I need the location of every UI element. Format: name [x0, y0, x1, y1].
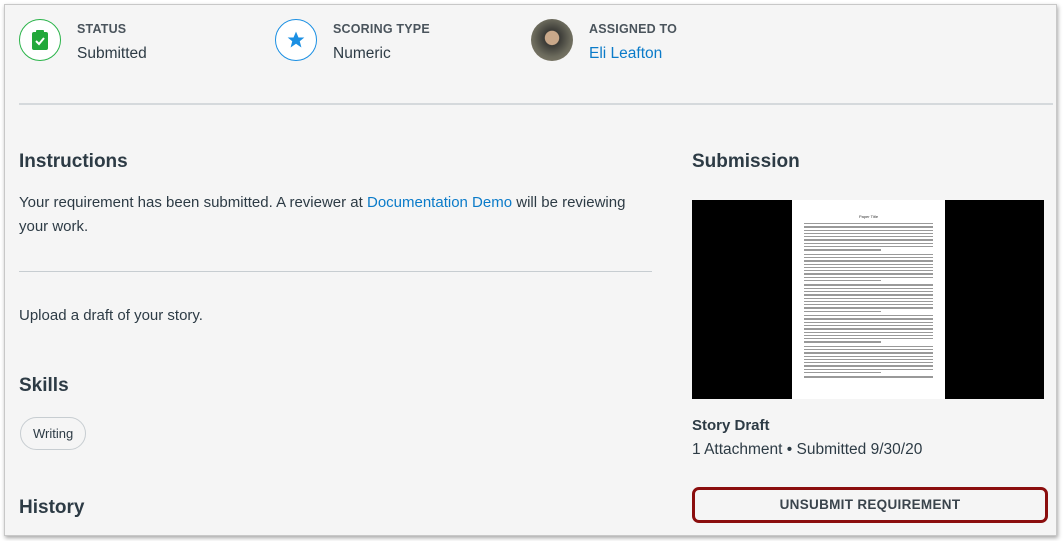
paper-text-line: [804, 338, 933, 340]
paper-text-line: [804, 263, 933, 265]
instructions-text-start: Your requirement has been submitted. A r…: [19, 194, 367, 211]
paper-text-line: [804, 362, 933, 364]
status-label: STATUS: [77, 22, 127, 36]
paper-text-line: [804, 280, 882, 282]
paper-text-line: [804, 334, 933, 337]
paper-text-line: [804, 229, 933, 231]
submission-heading: Submission: [692, 151, 800, 172]
scoring-label: SCORING TYPE: [333, 22, 430, 36]
paper-text-line: [804, 355, 933, 357]
paper-text-line: [804, 294, 933, 296]
clipboard-check-icon: [19, 19, 61, 61]
history-heading: History: [19, 497, 85, 518]
assigned-user-link[interactable]: Eli Leafton: [589, 45, 662, 62]
paper-text-line: [804, 287, 933, 289]
paper-text-line: [804, 372, 882, 374]
paper-text-line: [804, 318, 933, 320]
paper-text-line: [804, 242, 933, 245]
paper-text-line: [804, 239, 933, 241]
scoring-meta: SCORING TYPE Numeric: [275, 19, 430, 63]
divider: [19, 271, 652, 272]
instructions-text: Your requirement has been submitted. A r…: [19, 191, 639, 239]
submission-thumbnail[interactable]: Paper Title: [692, 200, 1044, 399]
paper-text-line: [804, 236, 933, 238]
document-preview: Paper Title: [792, 200, 945, 399]
submission-title: Story Draft: [692, 417, 770, 434]
assigned-label: ASSIGNED TO: [589, 22, 678, 36]
divider: [19, 103, 1053, 105]
unsubmit-requirement-button[interactable]: UNSUBMIT REQUIREMENT: [692, 487, 1048, 523]
paper-text-line: [804, 352, 933, 354]
paper-title: Paper Title: [858, 214, 879, 219]
paper-text-line: [804, 376, 933, 378]
paper-text-line: [804, 304, 933, 306]
paper-text-line: [804, 307, 933, 309]
avatar[interactable]: [531, 19, 573, 61]
skills-heading: Skills: [19, 375, 69, 396]
paper-text-line: [804, 226, 933, 228]
paper-text-line: [804, 348, 933, 351]
paper-text-line: [804, 284, 933, 286]
paper-text-line: [804, 341, 882, 343]
paper-text-line: [804, 266, 933, 269]
skill-tag-writing[interactable]: Writing: [20, 417, 87, 450]
paper-text-line: [804, 223, 933, 225]
paper-text-line: [804, 300, 933, 303]
paper-text-line: [804, 273, 933, 275]
status-value: Submitted: [77, 45, 147, 62]
paper-text-line: [804, 324, 933, 327]
paper-text-line: [804, 331, 933, 333]
paper-text-line: [804, 270, 933, 272]
paper-text-line: [804, 253, 933, 255]
assigned-meta: ASSIGNED TO Eli Leafton: [531, 19, 677, 63]
paper-text-line: [804, 368, 933, 371]
requirement-window: STATUS Submitted SCORING TYPE Numeric AS…: [4, 4, 1057, 536]
paper-text-line: [804, 297, 933, 299]
instructions-heading: Instructions: [19, 151, 128, 172]
submission-details: 1 Attachment • Submitted 9/30/20: [692, 441, 923, 458]
paper-text-line: [804, 290, 933, 293]
documentation-demo-link[interactable]: Documentation Demo: [367, 194, 512, 211]
paper-text-line: [804, 328, 933, 330]
paper-text-line: [804, 249, 882, 251]
paper-text-line: [804, 365, 933, 367]
paper-text-line: [804, 246, 933, 248]
requirement-description: Upload a draft of your story.: [19, 307, 203, 324]
paper-text-line: [804, 310, 882, 313]
paper-text-line: [804, 315, 933, 317]
paper-text-line: [804, 232, 933, 235]
paper-text-line: [804, 321, 933, 323]
paper-text-line: [804, 260, 933, 262]
status-meta: STATUS Submitted: [19, 19, 147, 63]
paper-text-line: [804, 358, 933, 361]
star-icon: [275, 19, 317, 61]
paper-text-line: [804, 276, 933, 279]
scoring-value: Numeric: [333, 45, 391, 62]
paper-text-line: [804, 256, 933, 259]
paper-text-line: [804, 345, 933, 347]
